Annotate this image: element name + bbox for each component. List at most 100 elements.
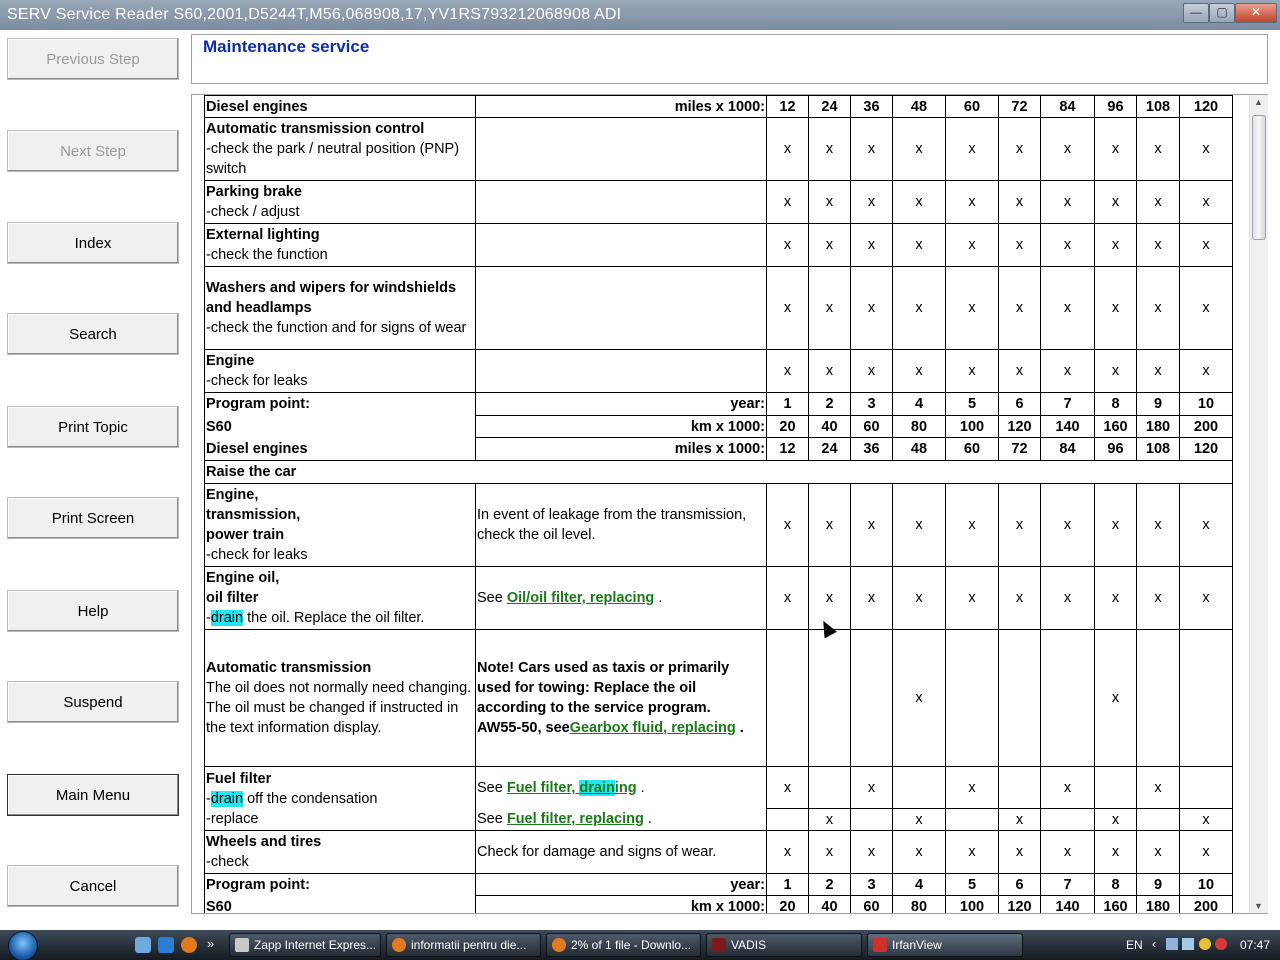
empty-cell xyxy=(808,629,851,767)
table-row: Automatic transmission control -check the… xyxy=(204,117,1233,181)
task-desc: The oil must be changed if instructed in… xyxy=(206,700,459,736)
taskbar-item[interactable]: informatii pentru die... xyxy=(386,933,541,957)
check-mark: x xyxy=(766,483,809,567)
start-button[interactable] xyxy=(8,931,38,960)
fuel-filter-replacing-link[interactable]: Fuel filter, replacing xyxy=(507,811,644,827)
check-mark: x xyxy=(945,766,999,809)
clock[interactable]: 07:47 xyxy=(1240,938,1270,952)
empty-cell xyxy=(945,808,999,831)
task-desc: -check / adjust xyxy=(206,204,300,220)
empty-cell xyxy=(1179,629,1233,767)
vertical-scrollbar[interactable]: ▲ ▼ xyxy=(1249,95,1268,913)
content-pane: Diesel engines miles x 1000: 12 24 36 48… xyxy=(191,94,1268,914)
table-row: S60 km x 1000: 20 40 60 80 100 120 140 160 180 20… xyxy=(204,415,1233,438)
year-cell: 2 xyxy=(808,873,851,896)
next-step-button[interactable]: Next Step xyxy=(7,130,179,172)
help-button[interactable]: Help xyxy=(7,590,179,632)
network-icon[interactable] xyxy=(1166,938,1178,950)
diesel-engines-label: Diesel engines xyxy=(204,437,476,461)
vadis-icon xyxy=(712,938,726,952)
check-mark: x xyxy=(1094,223,1137,267)
km-cell: 120 xyxy=(998,895,1041,913)
oil-filter-link[interactable]: Oil/oil filter, replacing xyxy=(507,590,654,606)
maximize-button[interactable]: ▢ xyxy=(1209,3,1235,23)
window-title: SERV Service Reader S60,2001,D5244T,M56,… xyxy=(7,6,622,23)
minimize-button[interactable]: — xyxy=(1183,3,1209,23)
check-mark: x xyxy=(892,566,946,630)
miles-cell: 12 xyxy=(766,95,809,118)
miles-cell: 84 xyxy=(1040,437,1095,461)
print-topic-button[interactable]: Print Topic xyxy=(7,406,179,448)
note-cell xyxy=(475,117,767,181)
km-cell: 120 xyxy=(998,415,1041,438)
taskbar-item[interactable]: Zapp Internet Expres... xyxy=(229,933,381,957)
year-cell: 7 xyxy=(1040,392,1095,416)
task-cell: Wheels and tires -check xyxy=(204,830,476,874)
miles-cell: 48 xyxy=(892,95,946,118)
check-mark: x xyxy=(1094,117,1137,181)
title-bar: SERV Service Reader S60,2001,D5244T,M56,… xyxy=(0,0,1280,30)
page-title: Maintenance service xyxy=(203,37,370,56)
check-mark: x xyxy=(850,180,893,224)
check-mark: x xyxy=(892,266,946,350)
check-mark: x xyxy=(850,223,893,267)
cancel-button[interactable]: Cancel xyxy=(7,865,179,907)
task-desc: The oil does not normally need changing. xyxy=(206,680,472,696)
link-text: Fuel filter, xyxy=(506,779,580,796)
task-desc: -check for leaks xyxy=(206,373,308,389)
taskbar-item[interactable]: IrfanView xyxy=(867,933,1023,957)
internet-explorer-icon[interactable] xyxy=(158,937,174,953)
gearbox-fluid-link[interactable]: Gearbox fluid, replacing xyxy=(570,720,736,736)
volume-icon[interactable] xyxy=(1182,938,1194,950)
tray-expand-icon[interactable]: ‹ xyxy=(1152,937,1156,951)
index-button[interactable]: Index xyxy=(7,222,179,264)
check-mark: x xyxy=(945,483,999,567)
scroll-down-icon[interactable]: ▼ xyxy=(1254,901,1263,911)
navigation-panel: Previous Step Next Step Index Search Pri… xyxy=(0,30,187,930)
km-cell: 180 xyxy=(1136,895,1180,913)
year-cell: 6 xyxy=(998,392,1041,416)
print-screen-button[interactable]: Print Screen xyxy=(7,497,179,539)
taskbar-item[interactable]: VADIS xyxy=(706,933,862,957)
year-cell: 8 xyxy=(1094,392,1137,416)
firefox-icon[interactable] xyxy=(181,937,197,953)
check-mark: x xyxy=(1040,266,1095,350)
year-cell: 4 xyxy=(892,392,946,416)
search-button[interactable]: Search xyxy=(7,313,179,355)
check-mark: x xyxy=(1094,808,1137,831)
search-highlight: drain xyxy=(210,790,244,807)
tray-app-icon[interactable] xyxy=(1199,938,1211,950)
fuel-filter-draining-link[interactable]: Fuel filter, draining xyxy=(506,779,637,796)
check-mark: x xyxy=(998,349,1041,393)
previous-step-button[interactable]: Previous Step xyxy=(7,38,179,80)
check-mark: x xyxy=(766,223,809,267)
empty-cell xyxy=(850,808,893,831)
program-point-label: Program point: xyxy=(204,873,476,896)
taskbar-item-label: VADIS xyxy=(731,938,767,952)
taskbar-item[interactable]: 2% of 1 file - Downlo... xyxy=(546,933,701,957)
table-row: Automatic transmission The oil does not n… xyxy=(204,629,1233,767)
table-row: Diesel engines miles x 1000: 12 24 36 48… xyxy=(204,95,1233,118)
check-mark: x xyxy=(1179,117,1233,181)
check-mark: x xyxy=(998,117,1041,181)
scroll-up-icon[interactable]: ▲ xyxy=(1254,97,1263,107)
task-title: External lighting xyxy=(206,227,320,243)
main-menu-button[interactable]: Main Menu xyxy=(7,774,179,816)
tray-app-icon[interactable] xyxy=(1215,938,1227,950)
close-button[interactable]: ✕ xyxy=(1235,3,1277,23)
task-title: Parking brake xyxy=(206,184,302,200)
check-mark: x xyxy=(808,117,851,181)
scrollbar-thumb[interactable] xyxy=(1252,115,1266,240)
language-indicator[interactable]: EN xyxy=(1126,938,1143,952)
suspend-button[interactable]: Suspend xyxy=(7,681,179,723)
check-mark: x xyxy=(945,566,999,630)
year-cell: 2 xyxy=(808,392,851,416)
table-row: Washers and wipers for windshields and h… xyxy=(204,266,1233,350)
quicklaunch-more-icon[interactable]: » xyxy=(207,936,214,951)
check-mark: x xyxy=(808,830,851,874)
table-row: Fuel filter -drain off the condensation -r… xyxy=(204,766,1233,831)
search-highlight: drain xyxy=(210,610,244,626)
show-desktop-icon[interactable] xyxy=(135,937,151,953)
check-mark: x xyxy=(766,117,809,181)
empty-cell xyxy=(998,629,1041,767)
